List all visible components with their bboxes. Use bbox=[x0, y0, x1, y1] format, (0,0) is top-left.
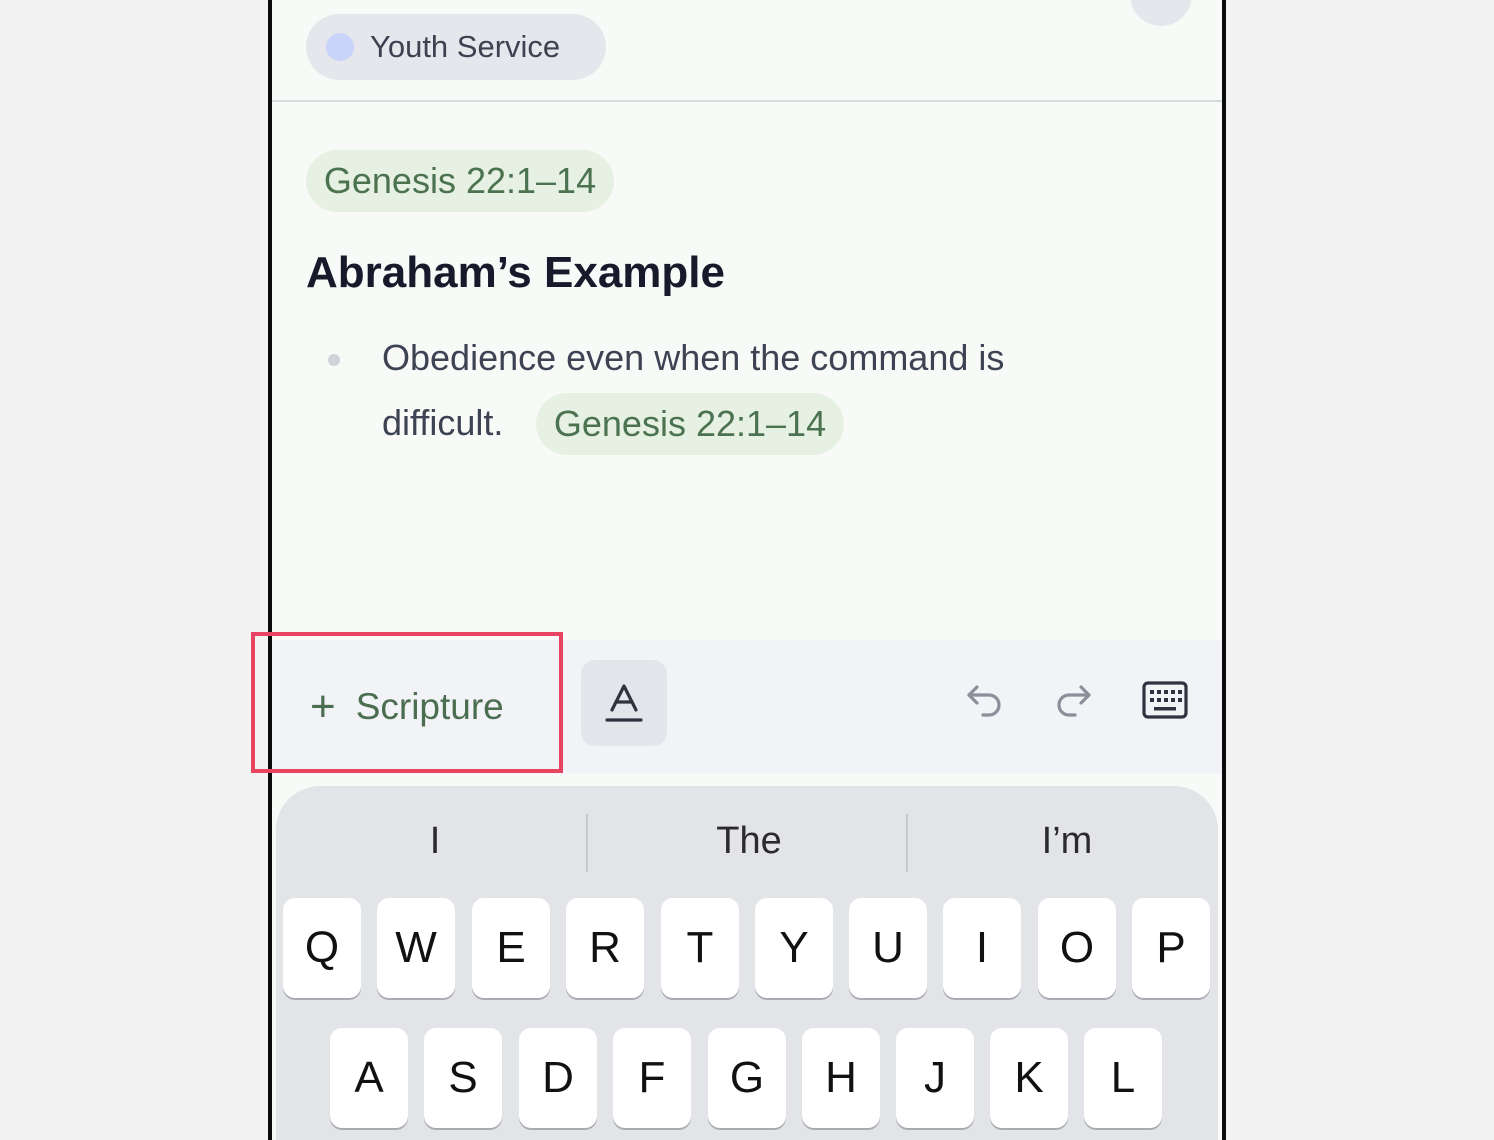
key-k[interactable]: K bbox=[990, 1028, 1068, 1128]
plus-icon: + bbox=[310, 682, 336, 731]
suggestion-1[interactable]: I bbox=[276, 820, 594, 863]
section-heading[interactable]: Abraham’s Example bbox=[306, 248, 725, 298]
suggestion-3[interactable]: I’m bbox=[908, 820, 1222, 863]
key-j[interactable]: J bbox=[896, 1028, 974, 1128]
inline-scripture-chip[interactable]: Genesis 22:1–14 bbox=[536, 393, 844, 455]
service-color-dot bbox=[326, 33, 354, 61]
key-l[interactable]: L bbox=[1084, 1028, 1162, 1128]
suggestion-2[interactable]: The bbox=[590, 820, 908, 863]
undo-icon bbox=[967, 685, 1001, 717]
key-s[interactable]: S bbox=[424, 1028, 502, 1128]
key-q[interactable]: Q bbox=[283, 898, 361, 998]
keyboard-icon bbox=[1142, 681, 1188, 719]
key-t[interactable]: T bbox=[661, 898, 739, 998]
key-i[interactable]: I bbox=[943, 898, 1021, 998]
key-g[interactable]: G bbox=[708, 1028, 786, 1128]
undo-button[interactable] bbox=[962, 678, 1006, 722]
add-button[interactable]: + bbox=[1130, 0, 1192, 26]
key-y[interactable]: Y bbox=[755, 898, 833, 998]
add-scripture-label: Scripture bbox=[355, 686, 504, 727]
header-divider bbox=[272, 100, 1222, 102]
suggestion-divider bbox=[586, 814, 588, 872]
scripture-reference-chip[interactable]: Genesis 22:1–14 bbox=[306, 150, 614, 212]
key-p[interactable]: P bbox=[1132, 898, 1210, 998]
onscreen-keyboard: I The I’m Q W E R T Y U I O P A S D F G … bbox=[276, 786, 1218, 1140]
service-chip[interactable]: Youth Service bbox=[306, 14, 606, 80]
app-screen: Youth Service + Genesis 22:1–14 Abraham’… bbox=[268, 0, 1226, 1140]
bullet-text-line1[interactable]: Obedience even when the command is bbox=[382, 337, 1004, 379]
add-scripture-button[interactable]: + Scripture bbox=[310, 680, 504, 734]
editor-toolbar: + Scripture bbox=[272, 640, 1222, 774]
bullet-text-line2[interactable]: difficult. bbox=[382, 402, 503, 444]
service-chip-label: Youth Service bbox=[370, 29, 561, 64]
bullet-icon bbox=[328, 354, 340, 366]
key-e[interactable]: E bbox=[472, 898, 550, 998]
redo-icon bbox=[1057, 685, 1091, 717]
redo-button[interactable] bbox=[1052, 678, 1096, 722]
key-r[interactable]: R bbox=[566, 898, 644, 998]
key-d[interactable]: D bbox=[519, 1028, 597, 1128]
key-w[interactable]: W bbox=[377, 898, 455, 998]
text-format-icon bbox=[605, 684, 643, 722]
key-o[interactable]: O bbox=[1038, 898, 1116, 998]
key-h[interactable]: H bbox=[802, 1028, 880, 1128]
key-a[interactable]: A bbox=[330, 1028, 408, 1128]
hide-keyboard-button[interactable] bbox=[1140, 678, 1190, 722]
key-f[interactable]: F bbox=[613, 1028, 691, 1128]
text-format-button[interactable] bbox=[581, 660, 667, 746]
key-u[interactable]: U bbox=[849, 898, 927, 998]
